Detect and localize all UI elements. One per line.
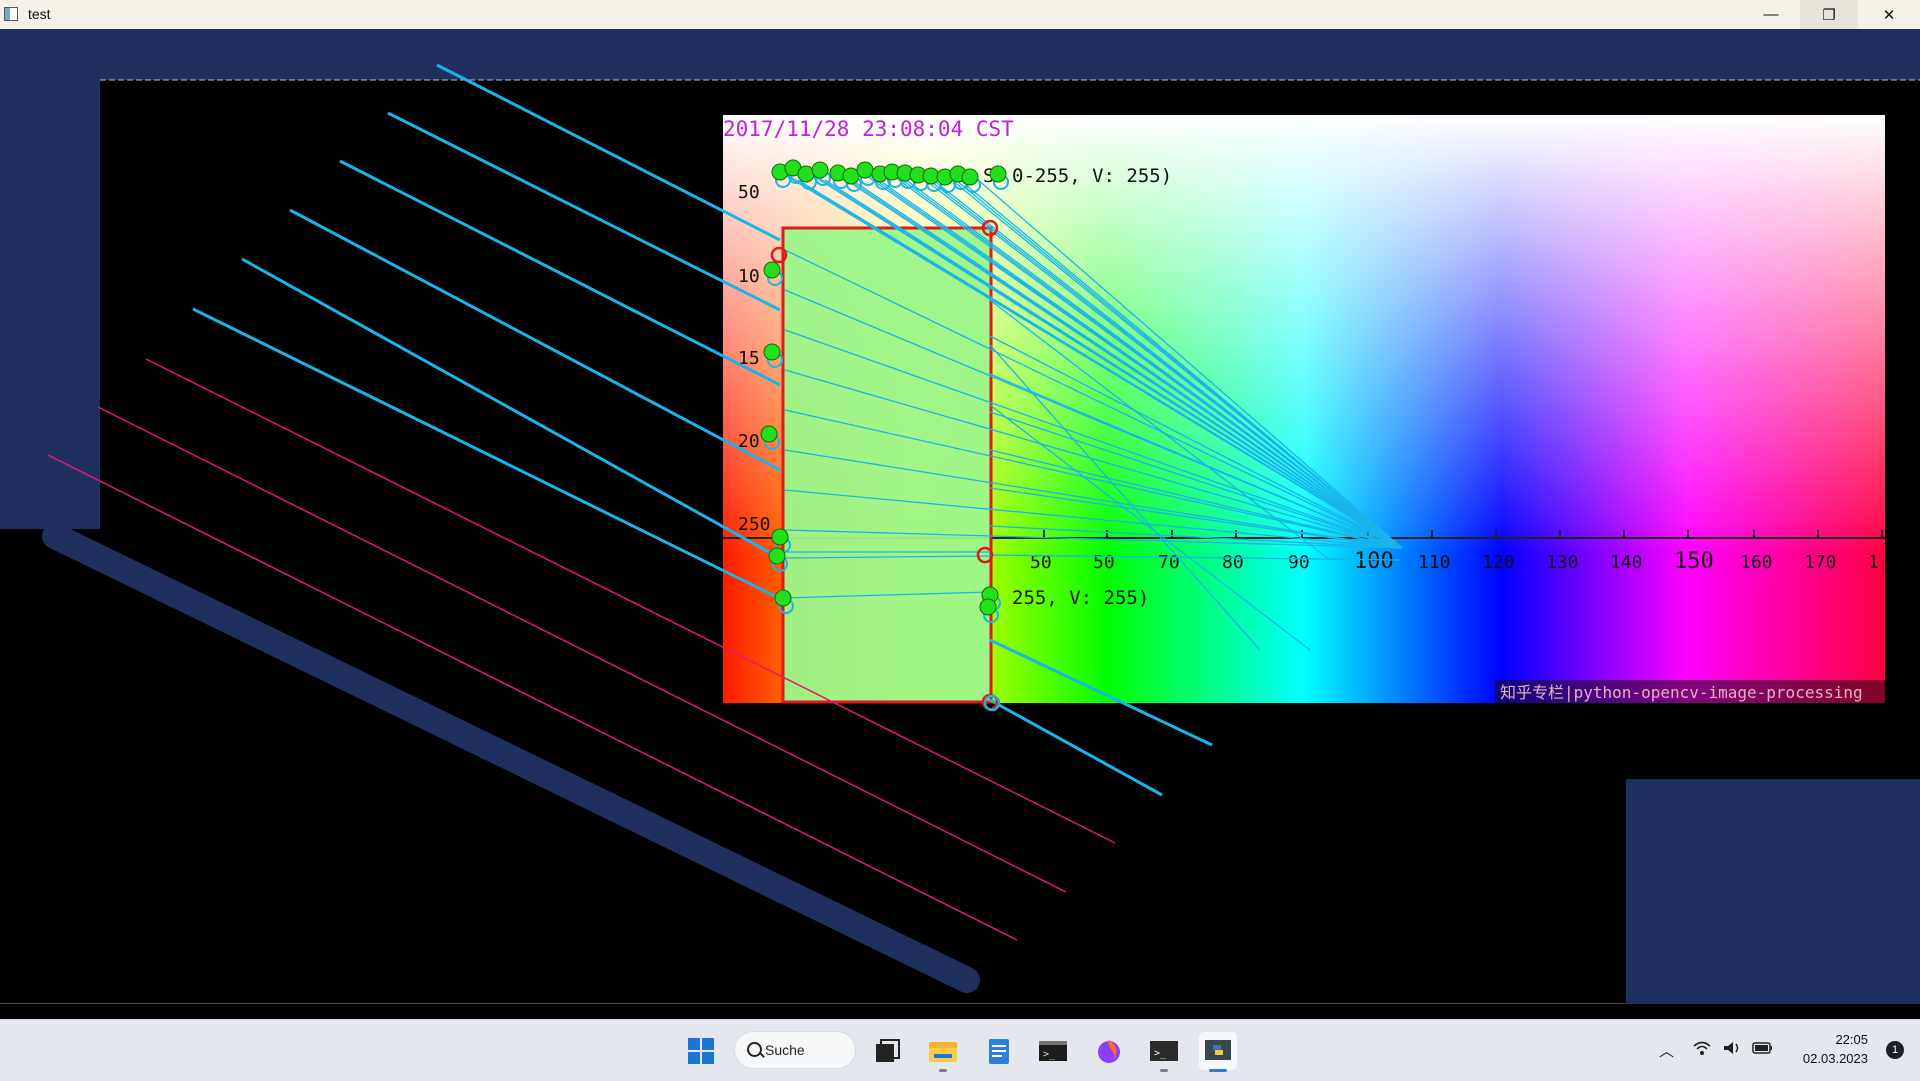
task-view-button[interactable] bbox=[868, 1032, 906, 1070]
restore-button[interactable]: ❐ bbox=[1800, 0, 1858, 29]
taskbar: Suche >_ >_ ︿ 22:05 02.03.2023 1 bbox=[0, 1019, 1920, 1081]
python-button[interactable] bbox=[1199, 1032, 1237, 1072]
x-tick-label: 130 bbox=[1546, 552, 1579, 573]
feature-point bbox=[763, 343, 781, 361]
legend-bottom: 255, V: 255) bbox=[1012, 587, 1149, 609]
file-explorer-icon bbox=[929, 1042, 957, 1062]
search-icon bbox=[747, 1042, 762, 1057]
wifi-icon[interactable] bbox=[1692, 1040, 1712, 1060]
search-label: Suche bbox=[765, 1042, 805, 1058]
clock-time: 22:05 bbox=[1835, 1032, 1868, 1047]
firefox-button[interactable] bbox=[1090, 1032, 1128, 1070]
svg-text:>_: >_ bbox=[1154, 1048, 1167, 1059]
notepad-button[interactable] bbox=[980, 1032, 1018, 1070]
x-tick-label: 150 bbox=[1674, 549, 1714, 574]
file-explorer-button[interactable] bbox=[924, 1032, 962, 1072]
x-tick-label: 170 bbox=[1804, 552, 1837, 573]
app-icon bbox=[4, 7, 18, 21]
notification-badge[interactable]: 1 bbox=[1886, 1041, 1904, 1059]
terminal-icon: >_ bbox=[1039, 1041, 1067, 1061]
firefox-icon bbox=[1098, 1040, 1120, 1063]
legend-top: 0-255, V: 255) bbox=[1012, 165, 1172, 187]
image-canvas[interactable]: 2017/11/28 23:08:04 CST S 0-255, V: 255)… bbox=[0, 29, 1920, 1004]
navy-band-top bbox=[0, 29, 1920, 80]
feature-point bbox=[961, 168, 979, 186]
x-tick-label: 120 bbox=[1482, 552, 1515, 573]
x-tick-label: 160 bbox=[1740, 552, 1773, 573]
clock-date: 02.03.2023 bbox=[1802, 1051, 1868, 1066]
y-tick-label: 50 bbox=[738, 182, 760, 203]
terminal-button[interactable]: >_ bbox=[1034, 1032, 1072, 1070]
feature-point bbox=[774, 589, 792, 607]
restore-icon: ❐ bbox=[1822, 6, 1836, 24]
plot-timestamp: 2017/11/28 23:08:04 CST bbox=[723, 117, 1014, 141]
feature-point bbox=[768, 547, 786, 565]
start-button[interactable] bbox=[682, 1032, 720, 1070]
feature-point bbox=[771, 528, 789, 546]
feature-point bbox=[763, 261, 781, 279]
close-button[interactable]: ✕ bbox=[1858, 0, 1920, 29]
notepad-icon bbox=[989, 1039, 1009, 1064]
window-title-bar: test — ❐ ✕ bbox=[0, 0, 1920, 29]
y-tick-label: 250 bbox=[738, 514, 771, 535]
svg-text:>_: >_ bbox=[1043, 1049, 1056, 1060]
windows-start-icon bbox=[688, 1038, 714, 1064]
cmd-icon: >_ bbox=[1150, 1041, 1178, 1061]
x-tick-label: 140 bbox=[1610, 552, 1643, 573]
x-tick-label: 110 bbox=[1418, 552, 1451, 573]
minimize-button[interactable]: — bbox=[1742, 0, 1800, 29]
minimize-icon: — bbox=[1763, 6, 1779, 23]
x-tick-label: 100 bbox=[1354, 549, 1394, 574]
x-tick-label: 1 bbox=[1868, 552, 1879, 573]
cmd-button[interactable]: >_ bbox=[1145, 1032, 1183, 1072]
x-tick-label: 50 bbox=[1093, 552, 1115, 573]
x-tick-label: 80 bbox=[1222, 552, 1244, 573]
feature-point bbox=[979, 598, 997, 616]
taskbar-search[interactable]: Suche bbox=[734, 1031, 856, 1069]
y-tick-label: 10 bbox=[738, 266, 760, 287]
feature-point bbox=[856, 161, 874, 179]
feature-point bbox=[797, 165, 815, 183]
navy-block-bottom-right bbox=[1626, 779, 1920, 1004]
feature-point bbox=[760, 425, 778, 443]
x-tick-label: 90 bbox=[1288, 552, 1310, 573]
feature-point bbox=[811, 161, 829, 179]
battery-icon[interactable] bbox=[1752, 1040, 1774, 1060]
navy-band-left bbox=[0, 29, 100, 529]
feature-point bbox=[989, 165, 1007, 183]
window-title: test bbox=[28, 6, 51, 22]
plot-watermark: 知乎专栏|python-opencv-image-processing bbox=[1500, 683, 1863, 702]
close-icon: ✕ bbox=[1882, 6, 1896, 24]
python-icon bbox=[1205, 1040, 1231, 1060]
volume-icon[interactable] bbox=[1722, 1040, 1742, 1060]
chevron-up-icon[interactable]: ︿ bbox=[1659, 1040, 1674, 1061]
system-clock[interactable]: 22:05 02.03.2023 bbox=[1803, 1030, 1868, 1068]
task-view-icon bbox=[876, 1039, 900, 1062]
